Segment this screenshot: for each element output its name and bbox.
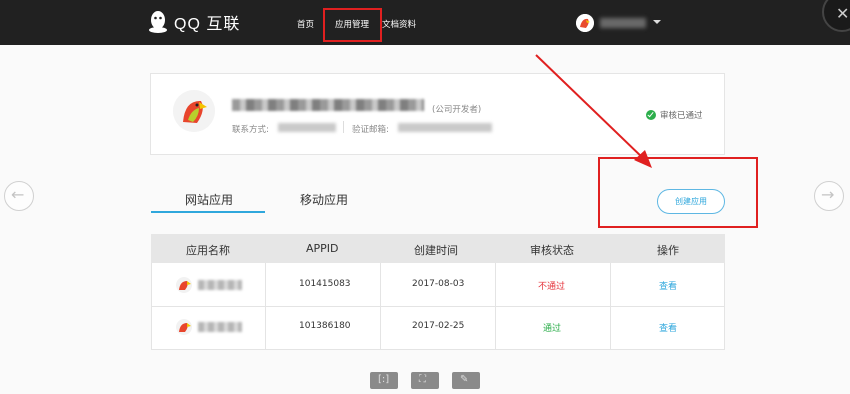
arrow-left-icon: ← [11,185,25,204]
tab-mobile-apps[interactable]: 移动应用 [300,191,348,208]
contact-value-blurred [278,123,336,132]
logo-text: QQ 互联 [174,16,241,33]
arrow-right-icon: → [821,185,835,204]
cell-status-failed: 不通过 [538,282,566,292]
qq-connect-logo[interactable]: QQ 互联 [148,10,240,34]
fit-screen-button[interactable]: ⛶ [411,372,439,389]
verification-status: 审核已通过 [646,109,703,121]
create-app-button[interactable]: 创建应用 [657,189,725,214]
view-app-link[interactable]: 查看 [659,321,677,334]
edit-icon: ✎ [460,374,469,385]
cell-appid: 101415083 [299,279,351,289]
app-name-blurred [198,322,242,332]
app-management-highlight-box [323,8,382,42]
cell-status-passed: 通过 [543,324,562,334]
next-arrow-button[interactable]: → [814,181,844,211]
verified-text: 审核已通过 [660,111,703,121]
actual-size-button[interactable]: [:] [370,372,398,389]
header-app-name: 应用名称 [186,244,230,257]
close-icon: ✕ [836,4,850,23]
user-avatar[interactable] [576,14,594,32]
header-created: 创建时间 [414,244,458,257]
cell-appid: 101386180 [299,321,351,331]
fit-screen-icon: ⛶ [419,374,426,385]
qq-penguin-icon [149,11,167,33]
app-icon [176,319,192,335]
view-app-link[interactable]: 查看 [659,279,677,292]
previous-arrow-button[interactable]: ← [4,181,34,211]
parrot-app-icon [179,323,191,332]
user-name-blurred [600,18,646,28]
check-circle-icon [646,110,656,120]
top-navigation-bar [0,0,850,45]
actual-size-icon: [:] [378,374,390,385]
user-menu-chevron-down-icon[interactable] [653,20,661,24]
email-value-blurred [398,123,492,132]
nav-documentation[interactable]: 文档资料 [382,18,416,30]
parrot-app-icon [179,281,191,290]
developer-type-label: (公司开发者) [432,105,482,115]
developer-avatar [173,90,215,132]
tab-web-apps[interactable]: 网站应用 [185,191,233,208]
developer-name-blurred [232,99,424,111]
app-name-blurred [198,280,242,290]
nav-home[interactable]: 首页 [297,18,314,30]
active-tab-underline [151,211,265,213]
parrot-avatar-icon [576,14,594,32]
cell-created: 2017-02-25 [412,321,465,331]
header-action: 操作 [657,244,679,257]
parrot-logo-icon [173,90,215,132]
app-icon [176,277,192,293]
email-label: 验证邮箱: [352,125,389,135]
row-divider [151,306,725,307]
divider [343,121,344,133]
header-status: 审核状态 [530,244,574,257]
edit-image-button[interactable]: ✎ [452,372,480,389]
contact-label: 联系方式: [232,125,269,135]
header-appid: APPID [306,242,339,255]
cell-created: 2017-08-03 [412,279,465,289]
